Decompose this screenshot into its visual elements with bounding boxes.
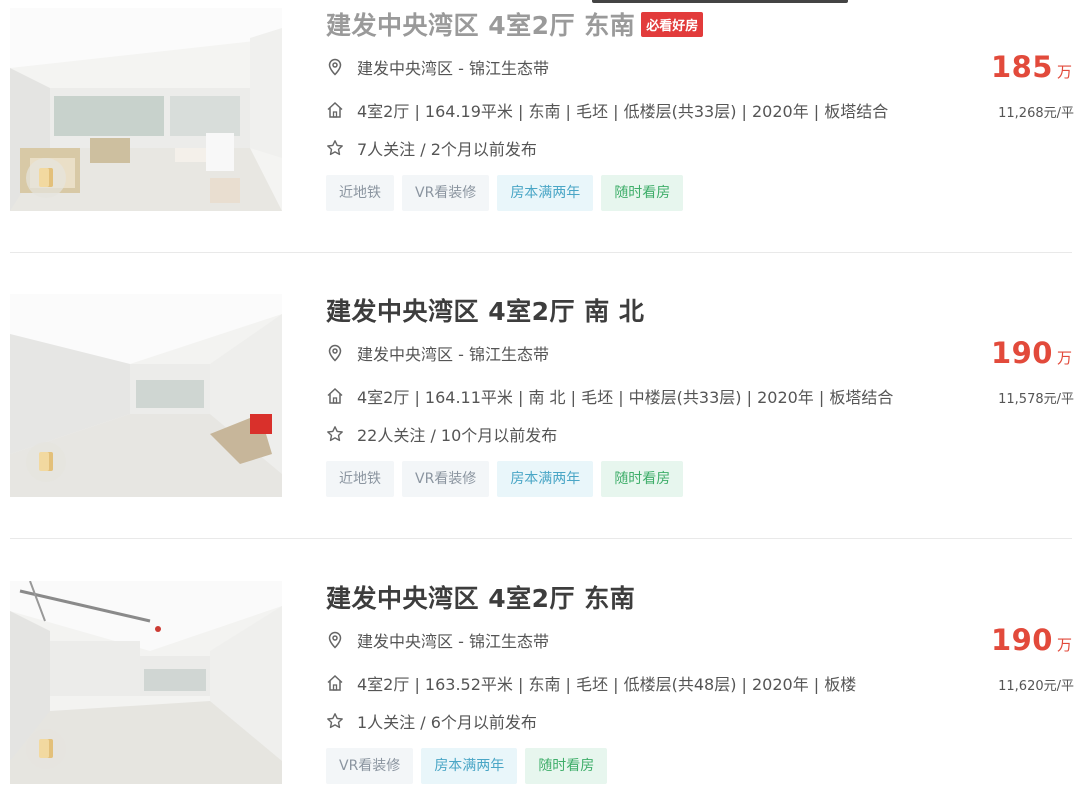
house-icon — [326, 674, 344, 692]
tag-list: 近地铁 VR看装修 房本满两年 随时看房 — [326, 461, 684, 497]
location-text[interactable]: 建发中央湾区 - 锦江生态带 — [357, 341, 549, 365]
listing-location: 建发中央湾区 - 锦江生态带 — [326, 55, 549, 79]
tag-two-years: 房本满两年 — [421, 748, 518, 784]
listing-details: 4室2厅 | 164.19平米 | 东南 | 毛坯 | 低楼层(共33层) | … — [326, 98, 888, 122]
divider — [10, 252, 1072, 253]
tag-two-years: 房本满两年 — [497, 461, 594, 497]
tag-near-subway: 近地铁 — [326, 175, 394, 211]
total-price: 190 万 — [952, 623, 1072, 657]
listing-follow: 7人关注 / 2个月以前发布 — [326, 136, 537, 160]
listing-follow: 1人关注 / 6个月以前发布 — [326, 709, 537, 733]
tag-two-years: 房本满两年 — [497, 175, 594, 211]
unit-price: 11,268元/平 — [998, 106, 1074, 121]
price-unit: 万 — [1056, 63, 1072, 81]
star-icon — [326, 139, 344, 157]
house-icon — [326, 101, 344, 119]
price-unit: 万 — [1056, 636, 1072, 654]
listing-photo[interactable] — [10, 581, 282, 784]
total-price: 185 万 — [952, 50, 1072, 84]
must-see-badge: 必看好房 — [641, 12, 704, 37]
listing-photo[interactable] — [10, 8, 282, 211]
listing-list: 建发中央湾区 4室2厅 东南 必看好房 建发中央湾区 - 锦江生态带 4室2厅 |… — [0, 0, 1080, 806]
location-text[interactable]: 建发中央湾区 - 锦江生态带 — [357, 628, 549, 652]
star-icon — [326, 712, 344, 730]
listing-photo[interactable] — [10, 294, 282, 497]
details-text: 4室2厅 | 164.11平米 | 南 北 | 毛坯 | 中楼层(共33层) |… — [357, 388, 894, 407]
scroll-indicator — [592, 0, 848, 3]
vr-icon[interactable] — [26, 729, 66, 769]
details-text: 4室2厅 | 163.52平米 | 东南 | 毛坯 | 低楼层(共48层) | … — [357, 675, 857, 694]
unit-price: 11,620元/平 — [998, 679, 1074, 694]
listing-location: 建发中央湾区 - 锦江生态带 — [326, 628, 549, 652]
star-icon — [326, 425, 344, 443]
location-pin-icon — [326, 58, 344, 76]
tag-anytime-viewing: 随时看房 — [525, 748, 608, 784]
vr-icon[interactable] — [26, 442, 66, 482]
tag-list: 近地铁 VR看装修 房本满两年 随时看房 — [326, 175, 684, 211]
price-value: 190 — [990, 623, 1053, 657]
location-pin-icon — [326, 344, 344, 362]
house-icon — [326, 387, 344, 405]
listing-card[interactable]: 建发中央湾区 4室2厅 南 北 建发中央湾区 - 锦江生态带 4室2厅 | 16… — [0, 294, 1080, 524]
tag-near-subway: 近地铁 — [326, 461, 394, 497]
listing-details: 4室2厅 | 163.52平米 | 东南 | 毛坯 | 低楼层(共48层) | … — [326, 671, 856, 695]
tag-list: VR看装修 房本满两年 随时看房 — [326, 748, 608, 784]
location-pin-icon — [326, 631, 344, 649]
listing-follow: 22人关注 / 10个月以前发布 — [326, 422, 557, 446]
listing-card[interactable]: 建发中央湾区 4室2厅 东南 建发中央湾区 - 锦江生态带 4室2厅 | 163… — [0, 581, 1080, 806]
total-price: 190 万 — [952, 336, 1072, 370]
tag-vr: VR看装修 — [402, 175, 490, 211]
listing-title[interactable]: 建发中央湾区 4室2厅 南 北 — [326, 292, 644, 328]
listing-card[interactable]: 建发中央湾区 4室2厅 东南 必看好房 建发中央湾区 - 锦江生态带 4室2厅 |… — [0, 8, 1080, 238]
listing-title[interactable]: 建发中央湾区 4室2厅 东南 — [326, 579, 635, 615]
divider — [10, 538, 1072, 539]
follow-text: 1人关注 / 6个月以前发布 — [357, 713, 537, 732]
details-text: 4室2厅 | 164.19平米 | 东南 | 毛坯 | 低楼层(共33层) | … — [357, 102, 889, 121]
price-unit: 万 — [1056, 349, 1072, 367]
tag-anytime-viewing: 随时看房 — [601, 175, 684, 211]
vr-icon[interactable] — [26, 158, 66, 198]
price-value: 190 — [990, 336, 1053, 370]
follow-text: 7人关注 / 2个月以前发布 — [357, 140, 537, 159]
listing-location: 建发中央湾区 - 锦江生态带 — [326, 341, 549, 365]
tag-vr: VR看装修 — [326, 748, 414, 784]
listing-title[interactable]: 建发中央湾区 4室2厅 东南 必看好房 — [326, 6, 704, 42]
listing-details: 4室2厅 | 164.11平米 | 南 北 | 毛坯 | 中楼层(共33层) |… — [326, 384, 893, 408]
location-text[interactable]: 建发中央湾区 - 锦江生态带 — [357, 55, 549, 79]
price-value: 185 — [990, 50, 1053, 84]
listing-title-text[interactable]: 建发中央湾区 4室2厅 东南 — [326, 11, 635, 40]
tag-anytime-viewing: 随时看房 — [601, 461, 684, 497]
tag-vr: VR看装修 — [402, 461, 490, 497]
unit-price: 11,578元/平 — [998, 392, 1074, 407]
follow-text: 22人关注 / 10个月以前发布 — [357, 426, 558, 445]
